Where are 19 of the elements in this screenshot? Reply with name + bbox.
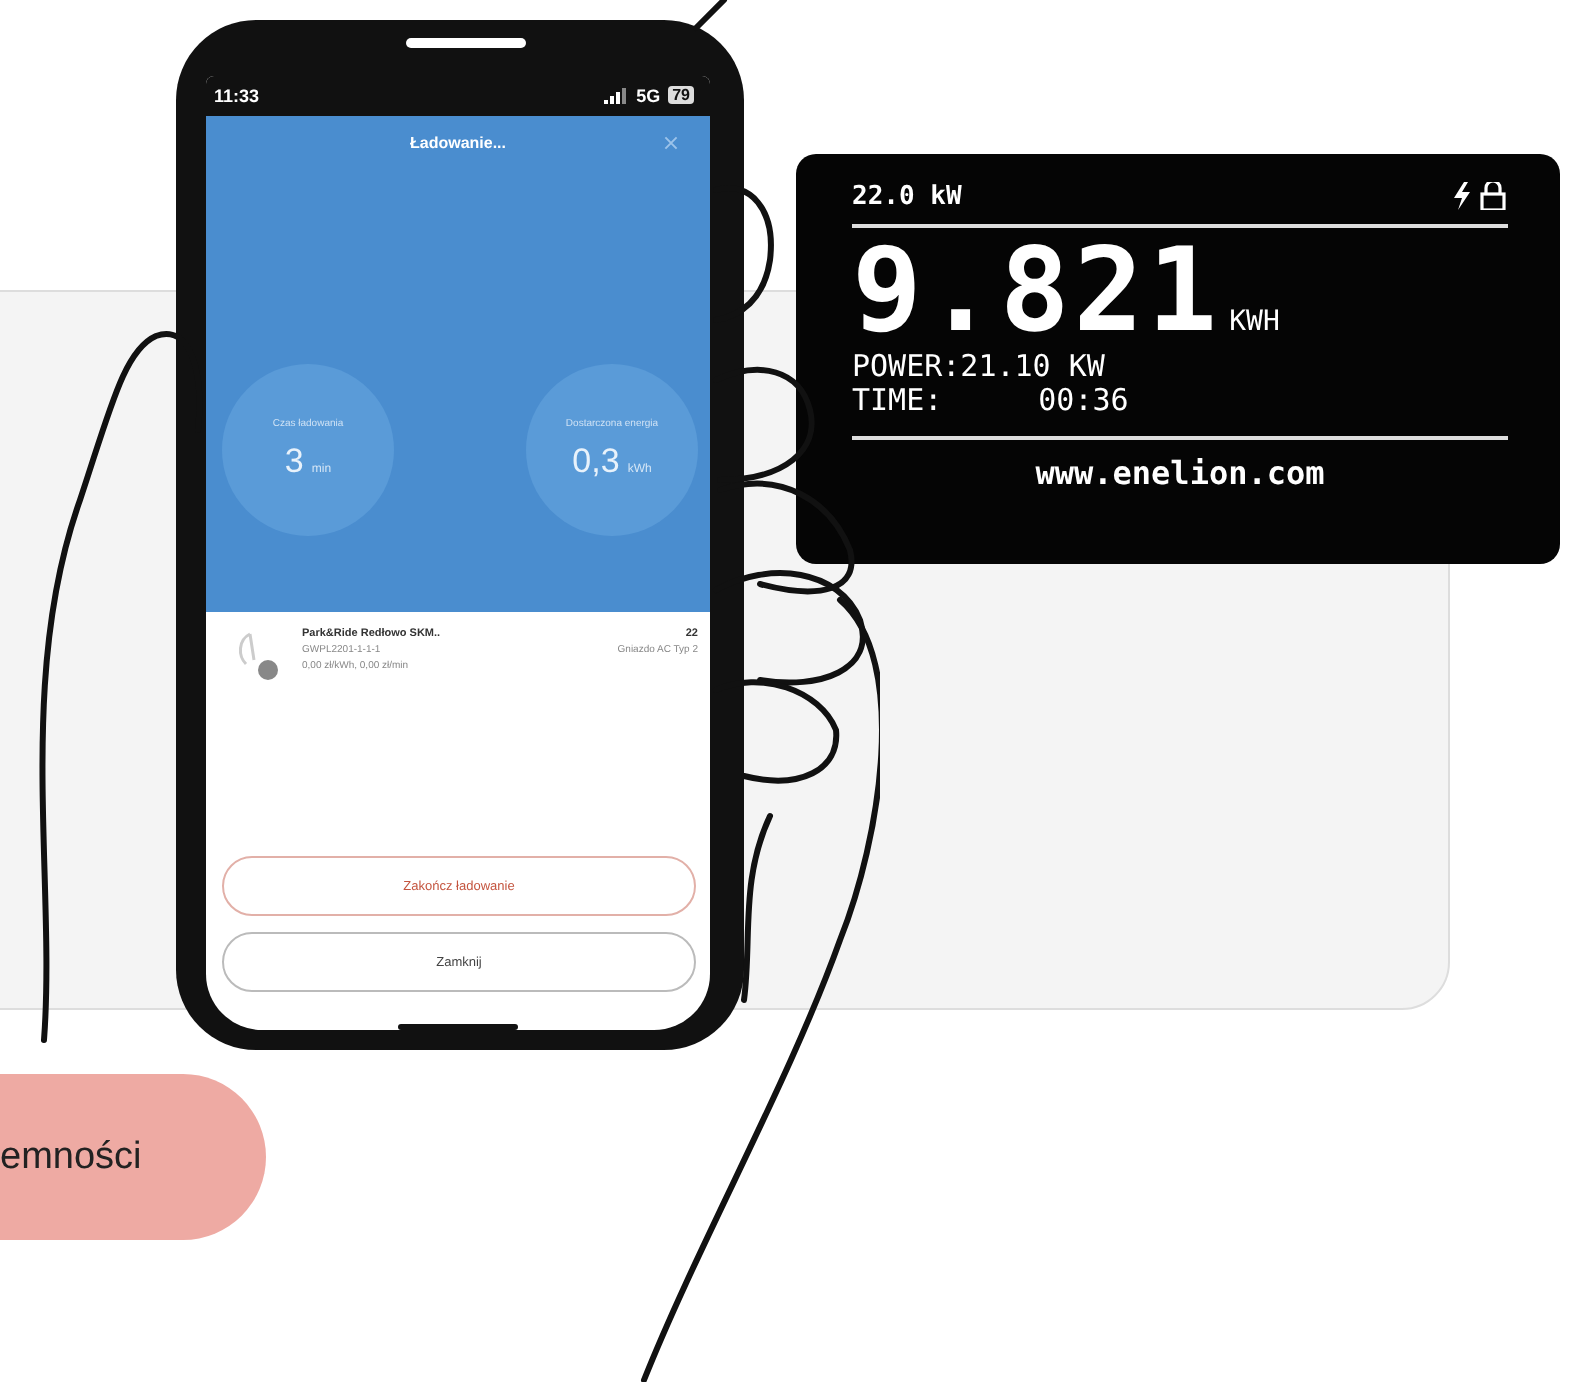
signal-icon bbox=[604, 87, 629, 104]
website-url: www.enelion.com bbox=[1033, 454, 1327, 492]
time-reading: 00:36 bbox=[1038, 384, 1129, 418]
power-reading: POWER:21.10 KW bbox=[852, 350, 1107, 384]
speaker-slot bbox=[406, 38, 526, 48]
network-label: 5G bbox=[636, 85, 661, 106]
screen-title: Ładowanie... bbox=[409, 134, 506, 153]
energy-reading: 9.821 bbox=[852, 230, 1222, 350]
rated-power: 22.0 kW bbox=[852, 181, 962, 211]
bolt-lock-icon bbox=[1452, 182, 1508, 210]
energy-unit: KWH bbox=[1229, 306, 1280, 338]
stat-value: 3 bbox=[284, 441, 304, 482]
cta-button[interactable]: emności bbox=[0, 1074, 266, 1240]
stat-value: 0,3 bbox=[572, 441, 620, 482]
time-label: TIME: bbox=[852, 384, 943, 418]
status-time: 11:33 bbox=[214, 85, 260, 106]
close-icon[interactable] bbox=[664, 135, 678, 150]
home-indicator bbox=[398, 1024, 518, 1030]
battery-indicator: 79 bbox=[668, 86, 694, 105]
